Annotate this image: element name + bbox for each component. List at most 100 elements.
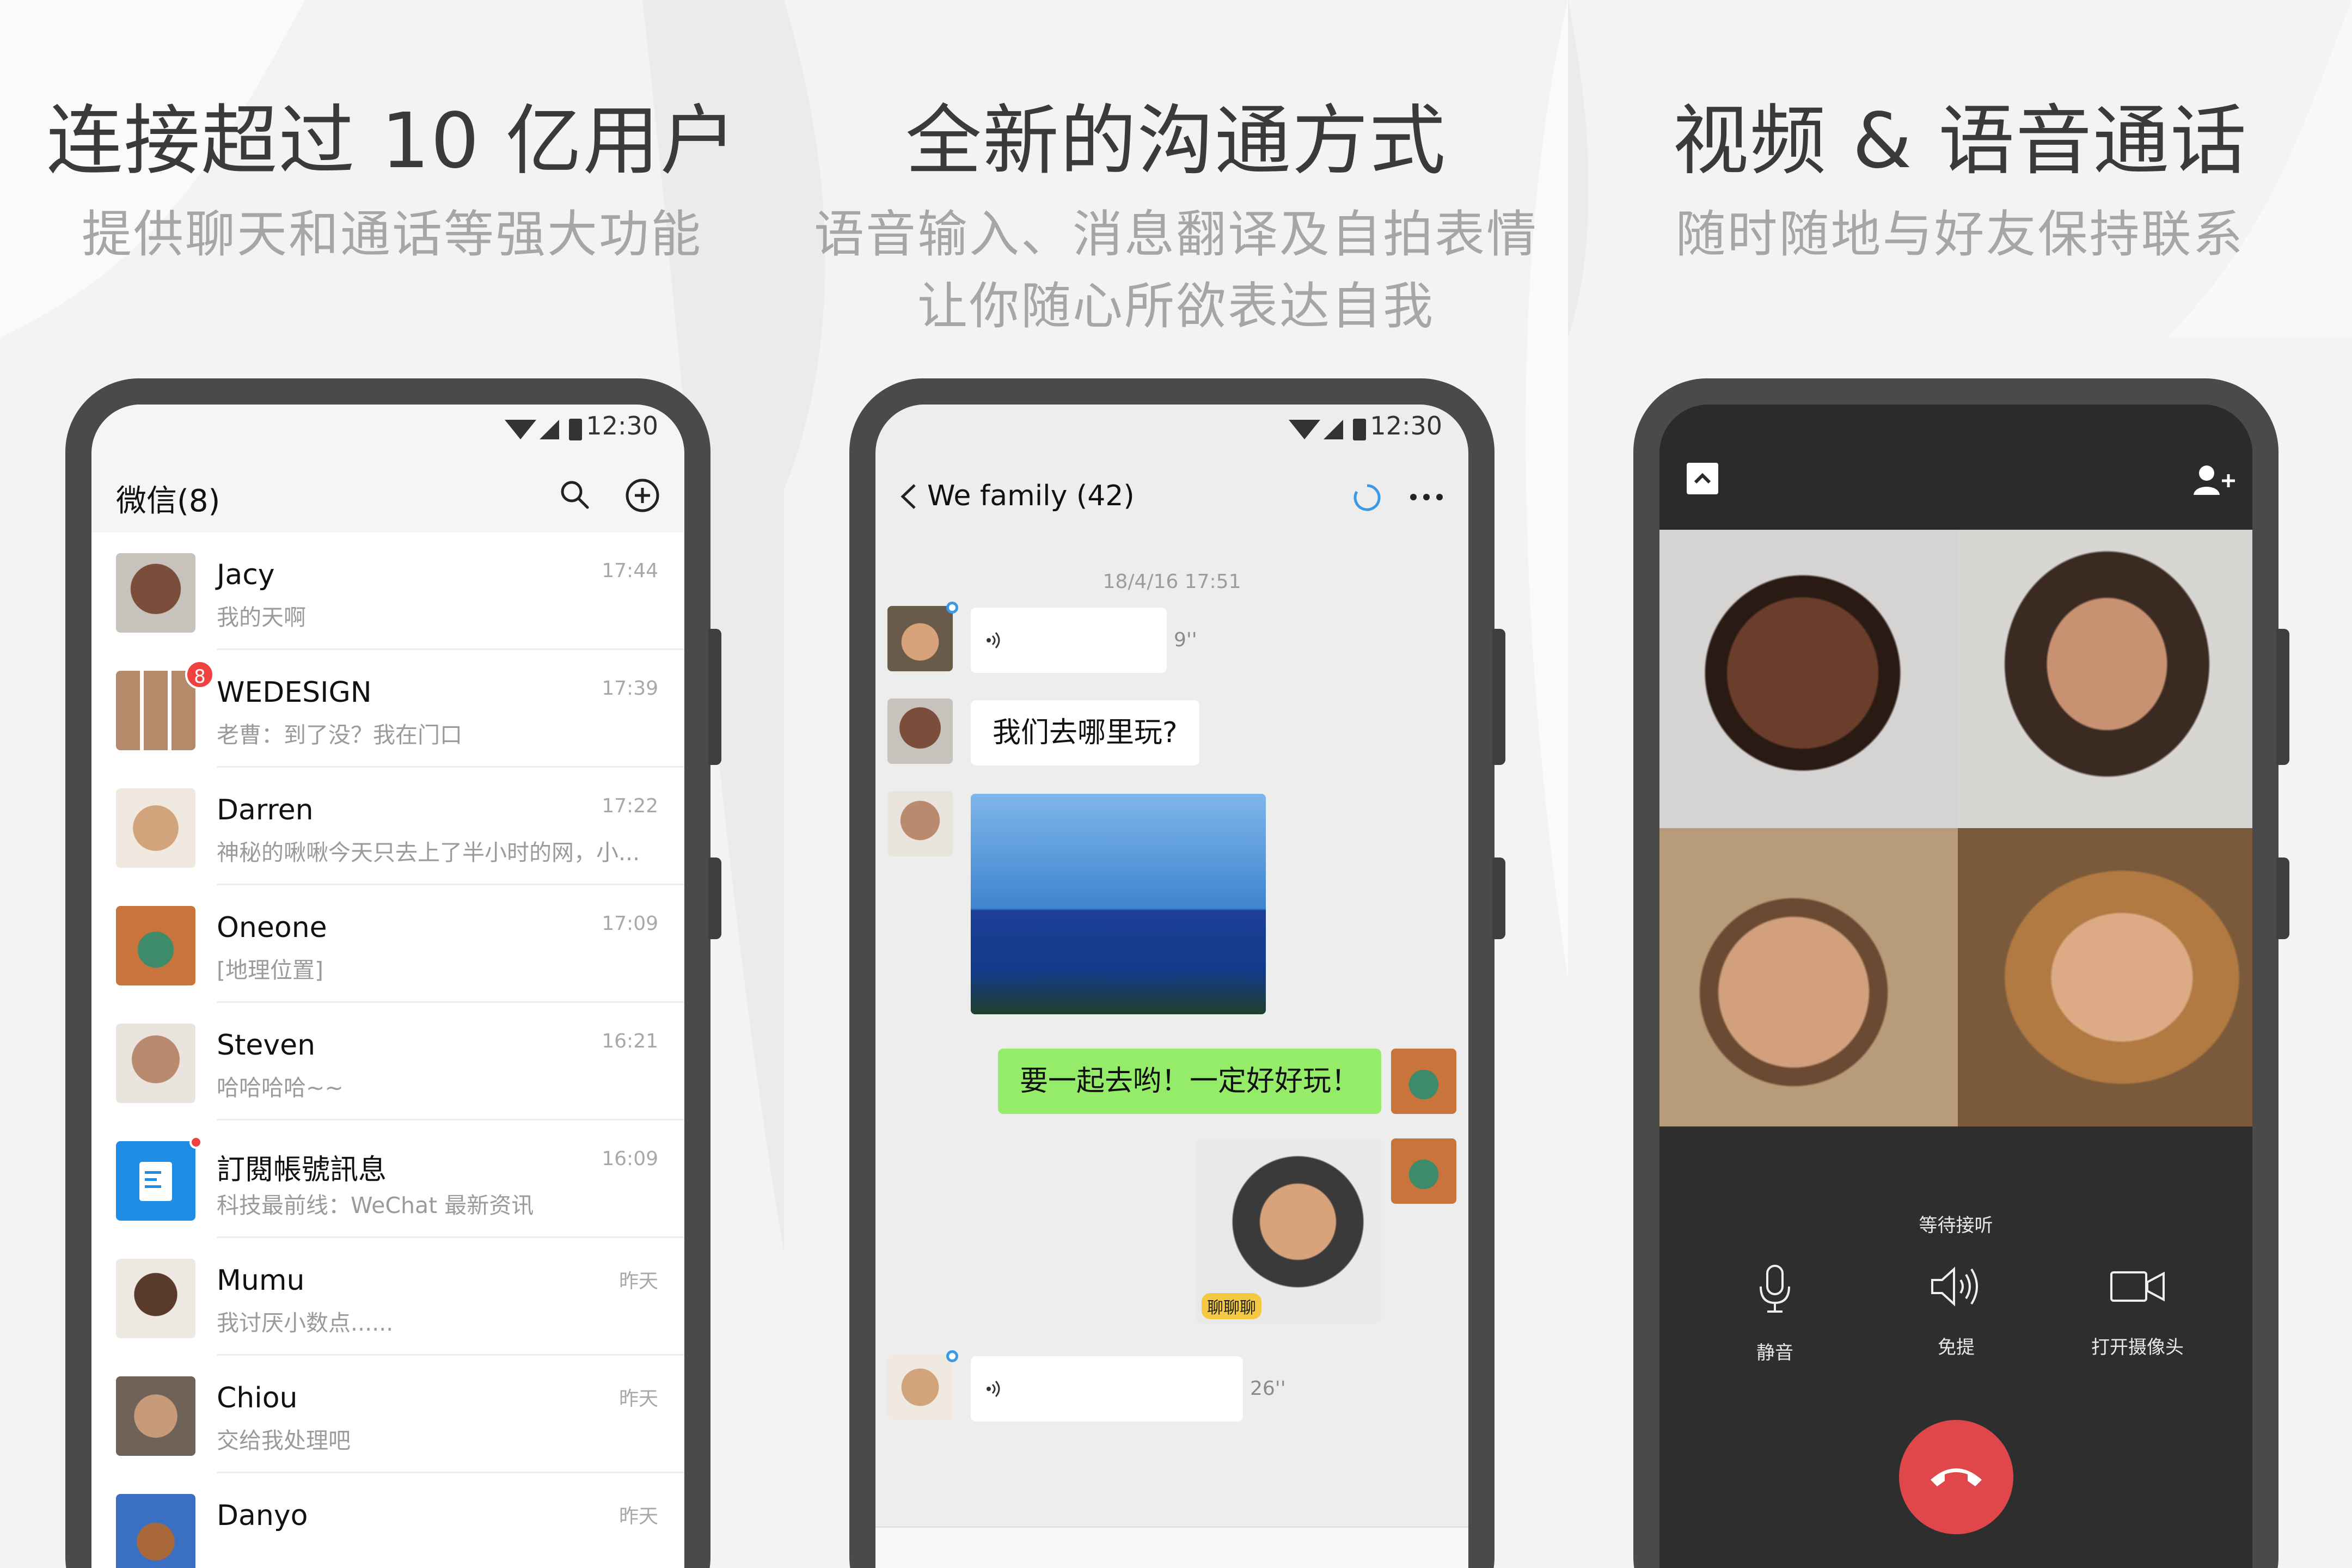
chat-name: Darren bbox=[217, 794, 314, 826]
phone-screen: 12:30 微信(8) Jacy 我的天啊 17:44 8 WEDESIGN 老… bbox=[91, 405, 684, 1568]
chat-time: 17:44 bbox=[602, 560, 658, 582]
voice-wave-icon bbox=[987, 1381, 1000, 1397]
back-arrow-icon[interactable] bbox=[898, 483, 920, 510]
chat-preview: 科技最前线：WeChat 最新资讯 bbox=[217, 1192, 534, 1218]
unread-dot bbox=[189, 1136, 203, 1149]
camera-icon bbox=[2110, 1271, 2165, 1302]
voice-message[interactable] bbox=[971, 1356, 1243, 1422]
chat-row[interactable]: Danyo 昨天 bbox=[91, 1473, 684, 1568]
group-avatar bbox=[116, 671, 195, 750]
chat-row[interactable]: Oneone [地理位置] 17:09 bbox=[91, 885, 684, 1003]
video-tile[interactable] bbox=[1958, 828, 2252, 1126]
chat-time: 昨天 bbox=[618, 1388, 658, 1410]
avatar bbox=[116, 1376, 195, 1456]
promo-panel-calls: 视频 & 语音通话 随时随地与好友保持联系 等待接听 静音 免提 打开摄像头 bbox=[1568, 0, 2352, 1568]
hangup-phone-icon bbox=[1931, 1468, 1982, 1486]
chat-row[interactable]: Mumu 我讨厌小数点...... 昨天 bbox=[91, 1238, 684, 1356]
phone-frame: 12:30 We family (42) 18/4/16 17:51 9'' 我… bbox=[849, 378, 1505, 1568]
unread-dot bbox=[946, 1350, 958, 1362]
chat-preview: 交给我处理吧 bbox=[217, 1428, 351, 1454]
message-timestamp: 18/4/16 17:51 bbox=[1102, 571, 1241, 593]
avatar[interactable] bbox=[887, 1355, 953, 1420]
sent-text-message[interactable]: 要一起去哟！一定好好玩！ bbox=[997, 1049, 1381, 1114]
minimize-icon[interactable] bbox=[1686, 462, 1719, 495]
phone-screen: 12:30 We family (42) 18/4/16 17:51 9'' 我… bbox=[875, 405, 1468, 1568]
chat-time: 昨天 bbox=[618, 1270, 658, 1293]
chat-header: We family (42) bbox=[875, 454, 1468, 535]
status-time: 12:30 bbox=[1370, 411, 1442, 440]
selfie-sticker[interactable]: 聊聊聊 bbox=[1196, 1138, 1381, 1324]
call-topbar bbox=[1659, 405, 2252, 530]
chat-row[interactable]: Jacy 我的天啊 17:44 bbox=[91, 532, 684, 650]
power-button bbox=[2276, 857, 2289, 939]
message-text: 我们去哪里玩? bbox=[993, 716, 1178, 749]
chat-name: WEDESIGN bbox=[217, 676, 372, 709]
avatar bbox=[116, 906, 195, 985]
chat-name: 訂閱帳號訊息 bbox=[217, 1154, 387, 1186]
volume-button bbox=[1492, 629, 1505, 765]
panel-subtitle: 提供聊天和通话等强大功能 bbox=[81, 205, 702, 264]
status-time: 12:30 bbox=[586, 411, 658, 440]
app-header: 微信(8) bbox=[91, 454, 684, 532]
volume-button bbox=[708, 629, 721, 765]
panel-subtitle: 随时随地与好友保持联系 bbox=[1675, 205, 2245, 264]
power-button bbox=[708, 857, 721, 939]
status-bar: 12:30 bbox=[91, 405, 684, 454]
mute-button[interactable]: 静音 bbox=[1688, 1265, 1862, 1364]
my-avatar[interactable] bbox=[1391, 1138, 1456, 1204]
speaker-button[interactable]: 免提 bbox=[1869, 1265, 2043, 1359]
chat-preview: 我讨厌小数点...... bbox=[217, 1310, 394, 1336]
hangup-button[interactable] bbox=[1899, 1420, 2013, 1534]
voice-message[interactable] bbox=[971, 608, 1167, 673]
chat-list: Jacy 我的天啊 17:44 8 WEDESIGN 老曹：到了没？我在门口 1… bbox=[91, 532, 684, 1568]
document-icon bbox=[139, 1162, 172, 1201]
add-member-icon[interactable] bbox=[2192, 463, 2236, 496]
chat-preview: [地理位置] bbox=[217, 957, 323, 983]
chat-row[interactable]: 8 WEDESIGN 老曹：到了没？我在门口 17:39 bbox=[91, 650, 684, 768]
avatar[interactable] bbox=[887, 699, 953, 764]
chat-time: 17:09 bbox=[602, 912, 658, 935]
chat-preview: 哈哈哈哈~~ bbox=[217, 1075, 344, 1101]
video-tile[interactable] bbox=[1659, 530, 1958, 828]
phone-screen: 等待接听 静音 免提 打开摄像头 bbox=[1659, 405, 2252, 1568]
status-bar: 12:30 bbox=[875, 405, 1468, 454]
avatar[interactable] bbox=[887, 791, 953, 856]
text-message[interactable]: 我们去哪里玩? bbox=[971, 700, 1199, 765]
message-text: 要一起去哟！一定好好玩！ bbox=[1019, 1065, 1359, 1098]
more-options-icon[interactable] bbox=[1409, 493, 1444, 501]
video-tile[interactable] bbox=[1659, 828, 1958, 1126]
video-tile[interactable] bbox=[1958, 530, 2252, 828]
chat-preview: 神秘的啾啾今天只去上了半小时的网，小... bbox=[217, 840, 640, 866]
promo-panel-messaging: 全新的沟通方式 语音输入、消息翻译及自拍表情 让你随心所欲表达自我 12:30 … bbox=[784, 0, 1568, 1568]
camera-button[interactable]: 打开摄像头 bbox=[2050, 1265, 2225, 1359]
chat-name: Jacy bbox=[217, 559, 275, 591]
add-circle-icon[interactable] bbox=[625, 478, 660, 513]
chat-row[interactable]: Steven 哈哈哈哈~~ 16:21 bbox=[91, 1003, 684, 1120]
unread-dot bbox=[946, 602, 958, 614]
chat-row[interactable]: Chiou 交给我处理吧 昨天 bbox=[91, 1356, 684, 1473]
chat-name: Danyo bbox=[217, 1499, 308, 1532]
avatar bbox=[116, 1141, 195, 1221]
chat-time: 16:21 bbox=[602, 1030, 658, 1052]
call-status: 等待接听 bbox=[1919, 1215, 1993, 1236]
avatar[interactable] bbox=[887, 606, 953, 671]
voice-wave-icon bbox=[987, 632, 1000, 648]
chat-name: Chiou bbox=[217, 1382, 298, 1414]
promo-panel-chats: 连接超过 10 亿用户 提供聊天和通话等强大功能 12:30 微信(8) Jac… bbox=[0, 0, 784, 1568]
power-button bbox=[1492, 857, 1505, 939]
search-icon[interactable] bbox=[558, 478, 591, 511]
chat-preview: 老曹：到了没？我在门口 bbox=[217, 722, 462, 748]
panel-subtitle-line1: 语音输入、消息翻译及自拍表情 bbox=[813, 205, 1538, 264]
image-message[interactable] bbox=[971, 794, 1266, 1014]
my-avatar[interactable] bbox=[1391, 1049, 1456, 1114]
volume-button bbox=[2276, 629, 2289, 765]
panel-subtitle-line2: 让你随心所欲表达自我 bbox=[917, 277, 1435, 335]
chat-title: We family (42) bbox=[927, 480, 1135, 512]
signal-icons bbox=[505, 419, 582, 440]
chat-row[interactable]: 訂閱帳號訊息 科技最前线：WeChat 最新资讯 16:09 bbox=[91, 1120, 684, 1238]
phone-frame: 12:30 微信(8) Jacy 我的天啊 17:44 8 WEDESIGN 老… bbox=[65, 378, 721, 1568]
chat-time: 昨天 bbox=[618, 1505, 658, 1528]
signal-icons bbox=[1289, 419, 1366, 440]
chat-name: Oneone bbox=[217, 911, 327, 944]
chat-row[interactable]: Darren 神秘的啾啾今天只去上了半小时的网，小... 17:22 bbox=[91, 768, 684, 885]
